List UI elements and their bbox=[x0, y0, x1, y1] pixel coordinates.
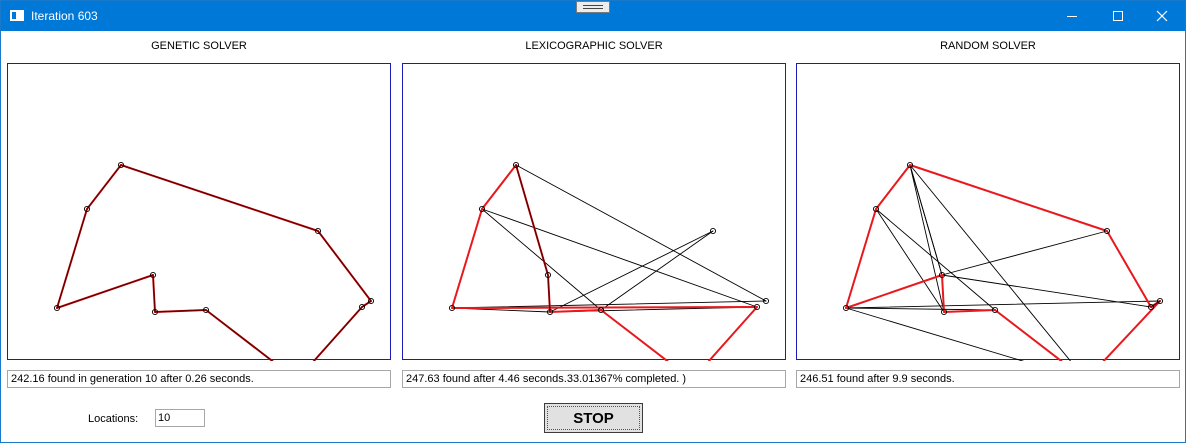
stop-button[interactable]: STOP bbox=[544, 403, 643, 433]
lexicographic-route-plot bbox=[448, 161, 770, 361]
best-route-edge bbox=[707, 306, 758, 361]
current-route-edge bbox=[481, 208, 758, 308]
close-icon bbox=[1156, 10, 1168, 22]
maximize-button[interactable] bbox=[1095, 1, 1141, 31]
current-route-edge bbox=[481, 208, 602, 311]
current-route-edge bbox=[845, 307, 996, 311]
locations-label: Locations: bbox=[88, 413, 139, 425]
minimize-button[interactable] bbox=[1049, 1, 1095, 31]
title-bar[interactable]: Iteration 603 bbox=[1, 1, 1185, 31]
shared-route-edge bbox=[154, 309, 207, 313]
best-route-edge bbox=[1106, 230, 1152, 308]
best-route-edge bbox=[875, 164, 911, 210]
current-route-edge bbox=[515, 164, 767, 302]
current-route-edge bbox=[313, 306, 363, 361]
genetic-solver-status: 242.16 found in generation 10 after 0.26… bbox=[7, 370, 391, 388]
close-button[interactable] bbox=[1139, 1, 1185, 31]
best-route-edge bbox=[909, 164, 1108, 232]
current-route-edge bbox=[909, 164, 945, 313]
current-route-edge bbox=[941, 274, 1152, 308]
best-route-edge bbox=[481, 164, 517, 210]
shared-route-edge bbox=[152, 274, 156, 313]
genetic-route-plot bbox=[53, 161, 375, 361]
shared-route-edge bbox=[56, 208, 88, 309]
shared-route-edge bbox=[317, 230, 372, 302]
shared-route-edge bbox=[120, 164, 319, 232]
shared-route-edge bbox=[361, 300, 372, 308]
locations-input[interactable] bbox=[155, 409, 205, 427]
current-route-edge bbox=[875, 208, 996, 311]
best-route-edge bbox=[994, 309, 1063, 361]
lexicographic-solver-canvas bbox=[402, 63, 786, 361]
best-route-edge bbox=[845, 208, 877, 309]
random-solver-status: 246.51 found after 9.9 seconds. bbox=[796, 370, 1180, 388]
best-route-edge bbox=[600, 309, 669, 361]
current-route-edge bbox=[875, 208, 945, 313]
random-route-plot bbox=[842, 161, 1164, 361]
app-window: Iteration 603 GENETIC SOLVER 242.16 foun… bbox=[0, 0, 1186, 443]
best-route-edge bbox=[205, 309, 274, 361]
minimize-icon bbox=[1067, 16, 1077, 17]
genetic-solver-canvas bbox=[7, 63, 391, 361]
current-route-edge bbox=[600, 230, 714, 311]
drag-grip-icon[interactable] bbox=[576, 1, 610, 13]
current-route-edge bbox=[205, 309, 274, 361]
lexicographic-solver-status: 247.63 found after 4.46 seconds.33.01367… bbox=[402, 370, 786, 388]
current-route-edge bbox=[845, 300, 1161, 309]
genetic-solver-title: GENETIC SOLVER bbox=[151, 40, 247, 52]
current-route-edge bbox=[549, 230, 714, 313]
best-route-edge bbox=[845, 274, 943, 309]
best-route-edge bbox=[312, 306, 363, 361]
maximize-icon bbox=[1113, 11, 1123, 21]
best-route-edge bbox=[451, 306, 758, 309]
shared-route-edge bbox=[547, 274, 551, 313]
shared-route-edge bbox=[205, 309, 274, 361]
best-route-edge bbox=[943, 309, 996, 313]
random-solver-title: RANDOM SOLVER bbox=[940, 40, 1036, 52]
shared-route-edge bbox=[515, 164, 549, 276]
best-route-edge bbox=[451, 208, 483, 309]
lexicographic-solver-title: LEXICOGRAPHIC SOLVER bbox=[525, 40, 663, 52]
shared-route-edge bbox=[86, 164, 122, 210]
shared-route-edge bbox=[56, 274, 154, 309]
current-route-edge bbox=[909, 164, 943, 276]
best-route-edge bbox=[1102, 300, 1161, 361]
app-icon bbox=[10, 10, 24, 21]
shared-route-edge bbox=[312, 306, 363, 361]
best-route-edge bbox=[549, 309, 602, 313]
window-title: Iteration 603 bbox=[31, 9, 98, 23]
current-route-edge bbox=[941, 230, 1108, 276]
random-solver-canvas bbox=[796, 63, 1180, 361]
